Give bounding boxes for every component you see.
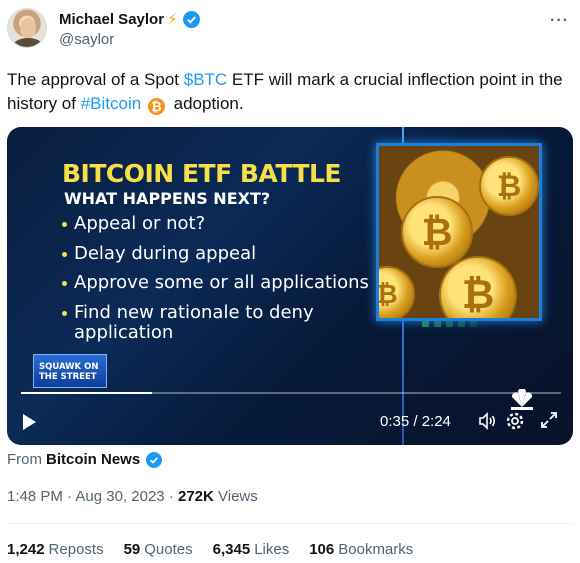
bitcoin-coins-image: ₿ ₿ ₿ ₿ — [376, 143, 542, 321]
video-subheadline: WHAT HAPPENS NEXT? — [64, 189, 271, 208]
bullet-item: Appeal or not? — [62, 209, 369, 239]
cashtag-link[interactable]: $BTC — [184, 70, 227, 89]
avatar-face — [20, 18, 36, 38]
author-handle[interactable]: @saylor — [59, 31, 114, 48]
tweet-text: The approval of a Spot $BTC ETF will mar… — [7, 68, 567, 116]
tweet-date[interactable]: Aug 30, 2023 — [75, 488, 164, 505]
bitcoin-emoji-icon: ₿ — [147, 98, 165, 115]
tweet-text-part3: adoption. — [168, 94, 244, 113]
views-count: 272K — [177, 488, 214, 505]
source-attribution: From Bitcoin News — [7, 451, 163, 468]
tweet-text-part1: The approval of a Spot — [7, 70, 184, 89]
meta-separator: · — [62, 488, 76, 505]
video-progress-bar[interactable] — [21, 392, 561, 394]
tweet-header: Michael Saylor ⚡ @saylor ··· — [7, 8, 573, 52]
verified-badge-icon — [182, 10, 200, 28]
video-headline: BITCOIN ETF BATTLE — [62, 159, 342, 188]
likes-stat[interactable]: 6,345 Likes — [213, 541, 290, 558]
video-progress-fill — [21, 392, 153, 394]
fullscreen-icon[interactable] — [540, 411, 558, 429]
bullet-item-continuation: application — [74, 322, 174, 343]
bullet-item: Find new rationale to deny application — [62, 298, 369, 344]
avatar[interactable] — [7, 8, 47, 48]
settings-gear-icon[interactable] — [505, 411, 525, 431]
quotes-stat[interactable]: 59 Quotes — [124, 541, 193, 558]
meta-separator: · — [164, 488, 178, 505]
views-label: Views — [213, 488, 258, 505]
coin-graphic: ₿ — [379, 266, 415, 318]
show-logo-line1: SQUAWK ON — [39, 362, 99, 372]
author-name[interactable]: Michael Saylor — [59, 11, 164, 28]
video-bullet-list: Appeal or not? Delay during appeal Appro… — [62, 209, 369, 343]
verified-badge-icon — [146, 451, 163, 468]
source-prefix: From — [7, 451, 42, 468]
tweet-time[interactable]: 1:48 PM — [7, 488, 63, 505]
volume-icon[interactable] — [477, 411, 497, 431]
source-name[interactable]: Bitcoin News — [46, 451, 140, 468]
engagement-stats: 1,242 Reposts 59 Quotes 6,345 Likes 106 Book… — [7, 541, 413, 558]
squawk-on-the-street-logo: SQUAWK ON THE STREET — [33, 354, 107, 388]
lightning-emoji-icon: ⚡ — [167, 11, 178, 28]
hashtag-link[interactable]: #Bitcoin — [81, 94, 141, 113]
video-player[interactable]: BITCOIN ETF BATTLE WHAT HAPPENS NEXT? Ap… — [7, 127, 573, 445]
author-name-row: Michael Saylor ⚡ — [59, 10, 200, 28]
divider — [7, 523, 573, 524]
show-logo-line2: THE STREET — [39, 372, 97, 382]
bullet-item: Approve some or all applications — [62, 268, 369, 298]
coin-graphic: ₿ — [401, 196, 473, 268]
more-options-icon[interactable]: ··· — [550, 12, 569, 30]
coin-graphic: ₿ — [479, 156, 539, 216]
tweet-meta: 1:48 PM · Aug 30, 2023 · 272K Views — [7, 488, 258, 505]
play-icon[interactable] — [23, 414, 36, 430]
bullet-item: Delay during appeal — [62, 239, 369, 269]
reposts-stat[interactable]: 1,242 Reposts — [7, 541, 104, 558]
avatar-shoulders — [13, 38, 43, 47]
coin-graphic: ₿ — [439, 256, 517, 318]
video-time: 0:35 / 2:24 — [380, 413, 451, 430]
bookmarks-stat[interactable]: 106 Bookmarks — [309, 541, 413, 558]
